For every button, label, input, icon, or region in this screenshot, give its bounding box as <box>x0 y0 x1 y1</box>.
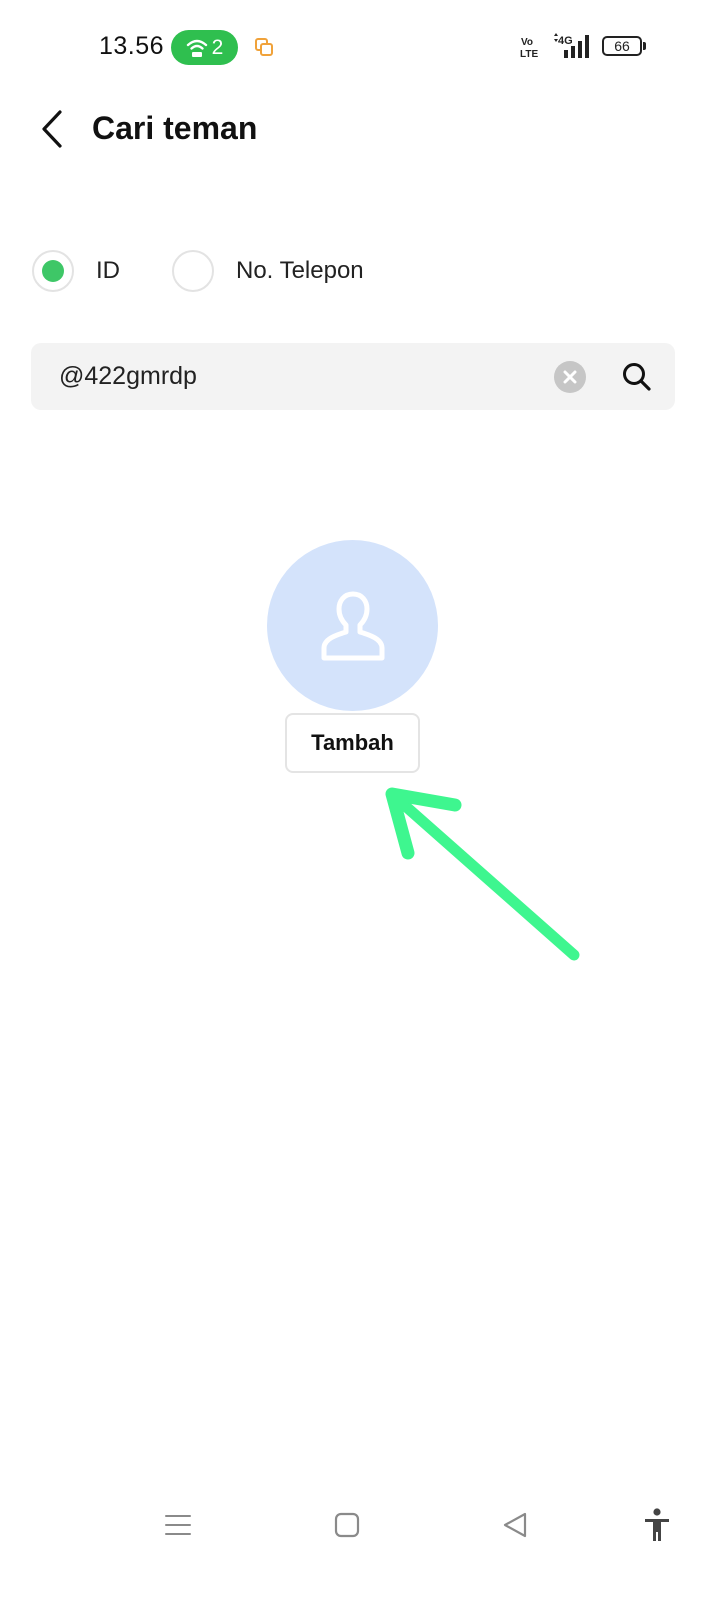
home-button[interactable] <box>317 1490 377 1560</box>
volte-bottom-text: LTE <box>520 49 538 59</box>
status-bar: 13.56 2 Vo LTE 4G 66 <box>0 0 720 95</box>
radio-label-id: ID <box>96 257 120 284</box>
annotation-arrow <box>385 787 580 961</box>
radio-option-id[interactable]: ID <box>32 248 120 294</box>
radio-button-phone[interactable] <box>172 250 214 292</box>
nav-back-icon <box>503 1512 527 1538</box>
back-icon[interactable] <box>34 106 70 152</box>
accessibility-icon <box>645 1508 669 1541</box>
volte-icon: Vo LTE <box>520 37 538 59</box>
copy-icon <box>255 38 273 56</box>
hotspot-icon <box>186 39 207 57</box>
hotspot-indicator: 2 <box>171 30 238 65</box>
volte-top-text: Vo <box>521 37 533 48</box>
signal-icon: 4G <box>554 33 589 58</box>
battery-level: 66 <box>614 38 630 54</box>
status-time: 13.56 <box>99 32 165 60</box>
battery-tip <box>643 42 646 50</box>
accessibility-button[interactable] <box>627 1490 687 1560</box>
menu-button[interactable] <box>148 1490 208 1560</box>
clear-icon[interactable] <box>554 361 586 393</box>
hotspot-count: 2 <box>211 35 224 59</box>
home-icon <box>334 1512 360 1538</box>
radio-label-phone: No. Telepon <box>236 257 364 284</box>
network-type: 4G <box>558 35 573 47</box>
battery-icon: 66 <box>602 36 642 56</box>
radio-option-phone[interactable]: No. Telepon <box>172 248 364 294</box>
radio-selected-dot <box>42 260 64 282</box>
avatar <box>267 540 438 711</box>
search-icon[interactable] <box>621 361 653 393</box>
radio-button-id[interactable] <box>32 250 74 292</box>
search-bar <box>31 343 675 410</box>
navigation-bar <box>0 1490 720 1570</box>
nav-back-button[interactable] <box>485 1490 545 1560</box>
search-input[interactable] <box>59 343 539 410</box>
menu-icon <box>165 1515 191 1535</box>
page-title: Cari teman <box>92 110 258 146</box>
person-icon <box>321 591 384 660</box>
add-friend-button[interactable]: Tambah <box>285 713 420 773</box>
